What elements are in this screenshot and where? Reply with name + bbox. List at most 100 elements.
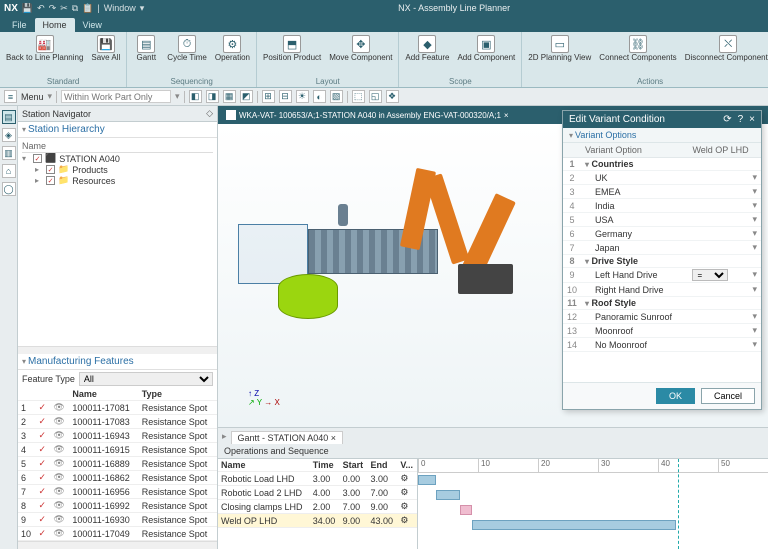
- close-icon[interactable]: ×: [504, 111, 509, 120]
- paste-icon[interactable]: 📋: [82, 3, 93, 14]
- gantt-bar[interactable]: [436, 490, 460, 500]
- document-tab[interactable]: WKA-VAT- 100653/A;1-STATION A040 in Asse…: [220, 108, 515, 122]
- rail-icon[interactable]: ▥: [2, 146, 16, 160]
- gantt-chart[interactable]: 0102030405060: [418, 459, 768, 549]
- variant-options-section[interactable]: Variant Options: [563, 128, 761, 143]
- scrollbar[interactable]: [18, 346, 217, 354]
- add-component-button[interactable]: ▣Add Component: [455, 34, 517, 63]
- cycle-time-button[interactable]: ⏱Cycle Time: [165, 34, 209, 63]
- table-row[interactable]: 7✓👁100011-16956Resistance Spot: [18, 485, 217, 499]
- mft-section-header[interactable]: Manufacturing Features: [18, 354, 217, 370]
- tree-twisty-icon[interactable]: ▸: [35, 176, 43, 185]
- toolbar-icon[interactable]: ⬚: [352, 90, 365, 103]
- table-row[interactable]: 2✓👁100011-17083Resistance Spot: [18, 415, 217, 429]
- save-icon[interactable]: 💾: [22, 3, 33, 14]
- table-row[interactable]: 6✓👁100011-16862Resistance Spot: [18, 471, 217, 485]
- tree-row-station[interactable]: ▾ ⬛ STATION A040: [22, 153, 213, 164]
- tree-row-products[interactable]: ▸ 📁 Products: [22, 164, 213, 175]
- rail-icon[interactable]: ◯: [2, 182, 16, 196]
- cancel-button[interactable]: Cancel: [701, 388, 755, 404]
- toolbar-icon[interactable]: ◐: [313, 90, 326, 103]
- table-row[interactable]: 5✓👁100011-16889Resistance Spot: [18, 457, 217, 471]
- option-row[interactable]: 9Left Hand Drive= ▾: [563, 268, 761, 283]
- option-row[interactable]: 2UK▾: [563, 171, 761, 185]
- back-to-line-planning-button[interactable]: 🏭Back to Line Planning: [4, 34, 85, 63]
- option-row[interactable]: 10Right Hand Drive▾: [563, 283, 761, 297]
- table-row[interactable]: 4✓👁100011-16915Resistance Spot: [18, 443, 217, 457]
- toolbar-icon[interactable]: ☀: [296, 90, 309, 103]
- close-icon[interactable]: ×: [749, 114, 755, 125]
- toolbar-icon[interactable]: ⊞: [262, 90, 275, 103]
- table-row[interactable]: Closing clamps LHD2.007.009.00⚙: [218, 500, 417, 514]
- view-triad[interactable]: ↑ Z ↗ Y → X: [248, 389, 280, 407]
- station-hierarchy-section[interactable]: Station Hierarchy: [18, 122, 217, 138]
- option-row[interactable]: 3EMEA▾: [563, 185, 761, 199]
- move-component-button[interactable]: ✥Move Component: [327, 34, 394, 63]
- ok-button[interactable]: OK: [656, 388, 695, 404]
- redo-icon[interactable]: ↷: [49, 3, 57, 14]
- table-row[interactable]: Robotic Load LHD3.000.003.00⚙: [218, 472, 417, 486]
- pin-icon[interactable]: ◇: [206, 108, 213, 119]
- menu-label[interactable]: Menu: [21, 92, 44, 102]
- table-row[interactable]: 8✓👁100011-16992Resistance Spot: [18, 499, 217, 513]
- gantt-button[interactable]: ▤Gantt: [131, 34, 161, 63]
- option-row[interactable]: 13Moonroof▾: [563, 324, 761, 338]
- toolbar-icon[interactable]: ◱: [369, 90, 382, 103]
- tab-home[interactable]: Home: [35, 18, 75, 32]
- cut-icon[interactable]: ✂: [60, 3, 68, 14]
- option-row[interactable]: 7Japan▾: [563, 241, 761, 255]
- search-input[interactable]: [61, 90, 171, 103]
- toolbar-icon[interactable]: ▦: [223, 90, 236, 103]
- option-row[interactable]: 4India▾: [563, 199, 761, 213]
- chevron-down-icon[interactable]: ▾: [48, 91, 53, 102]
- checkbox-icon[interactable]: [46, 165, 55, 174]
- reset-icon[interactable]: ⟳: [723, 114, 731, 125]
- copy-icon[interactable]: ⧉: [72, 3, 78, 14]
- position-product-button[interactable]: ⬒Position Product: [261, 34, 323, 63]
- navigator-tab-icon[interactable]: ▤: [2, 110, 16, 124]
- tree-twisty-icon[interactable]: ▸: [35, 165, 43, 174]
- tab-file[interactable]: File: [4, 18, 35, 32]
- undo-icon[interactable]: ↶: [37, 3, 45, 14]
- toolbar-icon[interactable]: ▧: [330, 90, 343, 103]
- scrollbar[interactable]: [18, 541, 217, 549]
- table-row[interactable]: 3✓👁100011-16943Resistance Spot: [18, 429, 217, 443]
- table-row[interactable]: 9✓👁100011-16930Resistance Spot: [18, 513, 217, 527]
- add-feature-button[interactable]: ◆Add Feature: [403, 34, 451, 63]
- toolbar-icon[interactable]: ❖: [386, 90, 399, 103]
- gantt-bar[interactable]: [418, 475, 436, 485]
- connect-components-button[interactable]: ⛓Connect Components: [597, 34, 678, 63]
- operation-button[interactable]: ⚙Operation: [213, 34, 252, 63]
- table-row[interactable]: 1✓👁100011-17081Resistance Spot: [18, 401, 217, 415]
- table-row[interactable]: Robotic Load 2 LHD4.003.007.00⚙: [218, 486, 417, 500]
- table-row[interactable]: 10✓👁100011-17049Resistance Spot: [18, 527, 217, 541]
- gantt-bar[interactable]: [460, 505, 472, 515]
- close-icon[interactable]: ×: [331, 433, 336, 443]
- checkbox-icon[interactable]: [33, 154, 42, 163]
- feature-type-select[interactable]: All: [79, 372, 213, 386]
- option-row[interactable]: 1▾ Countries: [563, 158, 761, 171]
- hamburger-icon[interactable]: ≡: [4, 90, 17, 103]
- gantt-bar[interactable]: [472, 520, 676, 530]
- option-row[interactable]: 12Panoramic Sunroof▾: [563, 310, 761, 324]
- gantt-tab[interactable]: Gantt - STATION A040 ×: [231, 431, 343, 444]
- toolbar-icon[interactable]: ◩: [240, 90, 253, 103]
- toolbar-icon[interactable]: ◨: [206, 90, 219, 103]
- tree-twisty-icon[interactable]: ▾: [22, 154, 30, 163]
- option-row[interactable]: 8▾ Drive Style: [563, 255, 761, 268]
- option-row[interactable]: 14No Moonroof▾: [563, 338, 761, 352]
- dialog-title-bar[interactable]: Edit Variant Condition ⟳ ? ×: [563, 111, 761, 128]
- tab-view[interactable]: View: [75, 18, 110, 32]
- toolbar-icon[interactable]: ⊟: [279, 90, 292, 103]
- rail-icon[interactable]: ⌂: [2, 164, 16, 178]
- checkbox-icon[interactable]: [46, 176, 55, 185]
- rail-icon[interactable]: ◈: [2, 128, 16, 142]
- window-menu[interactable]: Window: [104, 3, 136, 13]
- option-row[interactable]: 6Germany▾: [563, 227, 761, 241]
- condition-select[interactable]: =: [692, 269, 728, 281]
- option-row[interactable]: 5USA▾: [563, 213, 761, 227]
- option-row[interactable]: 11▾ Roof Style: [563, 297, 761, 310]
- disconnect-components-button[interactable]: ⛌Disconnect Components: [683, 34, 768, 63]
- table-row[interactable]: Weld OP LHD34.009.0043.00⚙: [218, 514, 417, 528]
- toolbar-icon[interactable]: ◧: [189, 90, 202, 103]
